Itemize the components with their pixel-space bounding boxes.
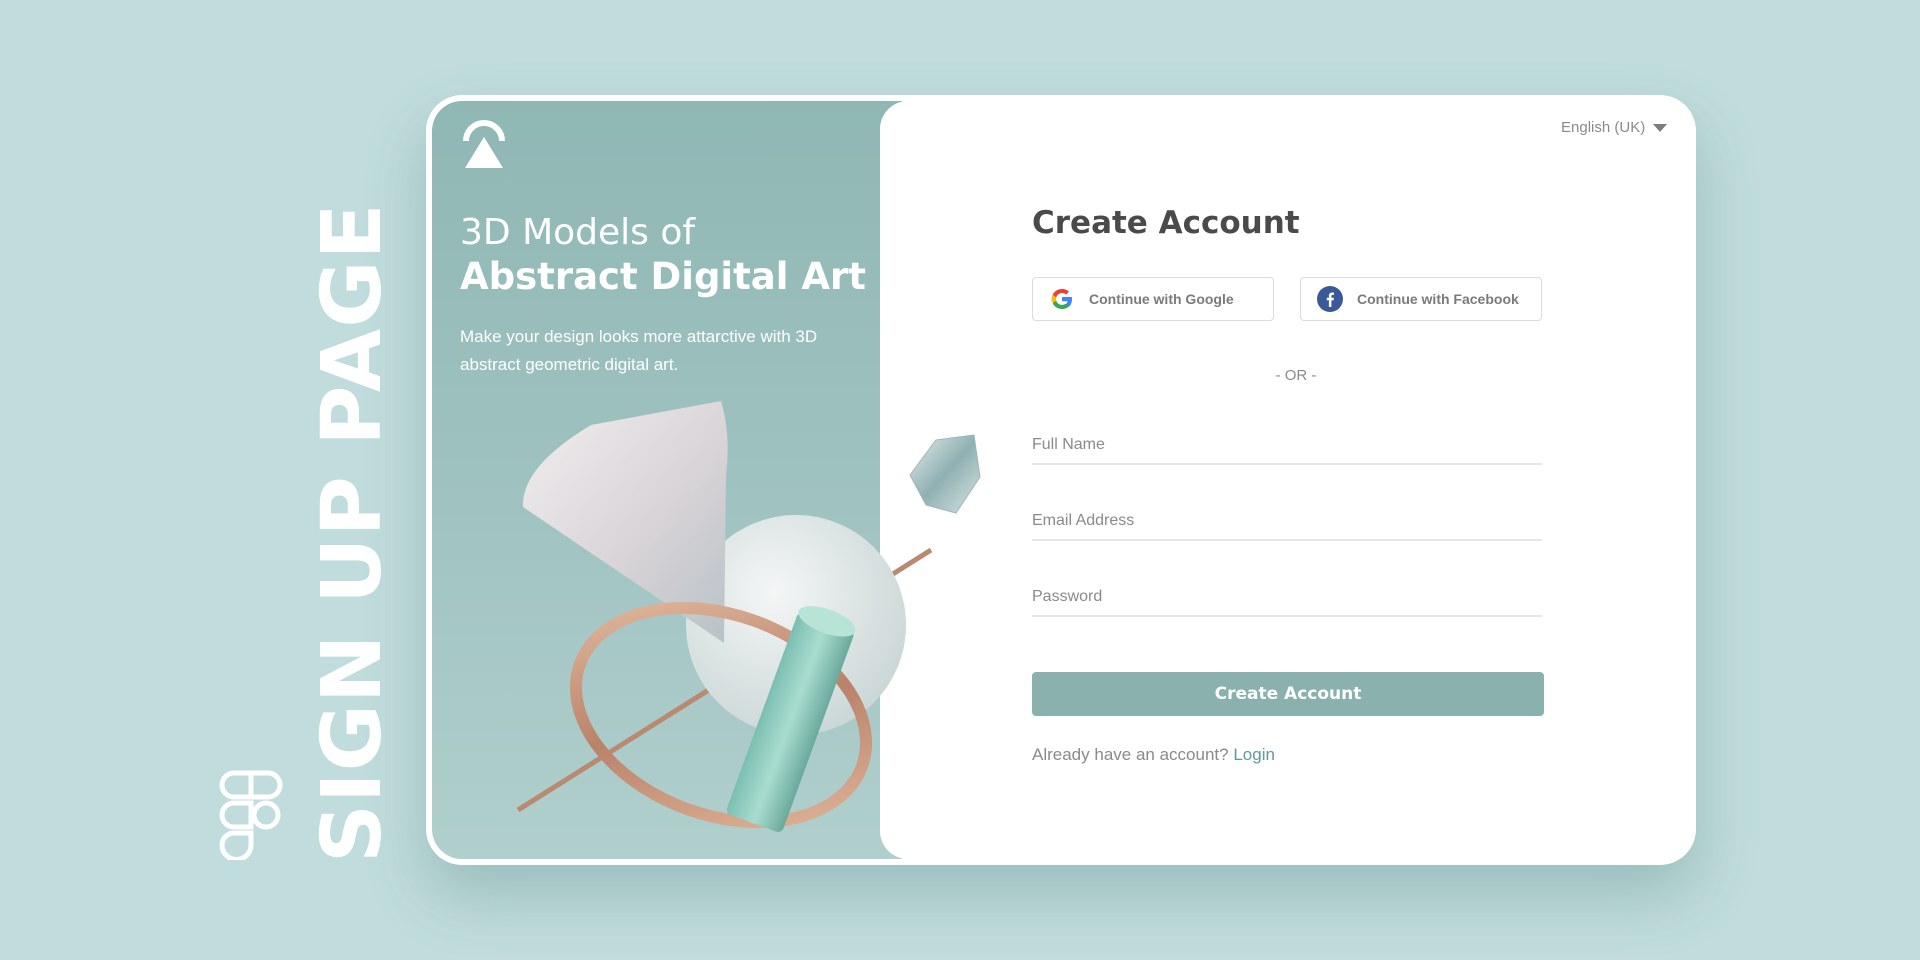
password-field[interactable] (1032, 579, 1542, 617)
google-button-label: Continue with Google (1089, 291, 1234, 307)
login-link[interactable]: Login (1233, 745, 1275, 764)
email-field[interactable] (1032, 503, 1542, 541)
hero-subtitle: Make your design looks more attarctive w… (460, 327, 818, 374)
facebook-button-label: Continue with Facebook (1357, 291, 1519, 307)
or-divider: - OR - (1275, 367, 1317, 384)
login-prompt: Already have an account? Login (1032, 745, 1275, 765)
language-selector[interactable]: English (UK) (1561, 119, 1668, 136)
facebook-icon (1317, 286, 1343, 312)
brand-arch-icon (463, 120, 505, 168)
chevron-down-icon (1653, 123, 1668, 132)
continue-with-google-button[interactable]: Continue with Google (1032, 277, 1274, 321)
hero-panel: 3D Models of Abstract Digital Art Make y… (432, 101, 924, 859)
signup-card: 3D Models of Abstract Digital Art Make y… (426, 95, 1696, 865)
google-icon (1051, 289, 1072, 309)
hero-title-line2: Abstract Digital Art (460, 255, 866, 298)
login-prompt-text: Already have an account? (1032, 745, 1229, 764)
figma-icon (219, 770, 283, 860)
hero-title: 3D Models of Abstract Digital Art (460, 211, 866, 299)
create-account-button[interactable]: Create Account (1032, 672, 1544, 716)
side-title: SIGN UP PAGE (305, 202, 400, 863)
language-label: English (UK) (1561, 119, 1646, 136)
full-name-field[interactable] (1032, 427, 1542, 465)
continue-with-facebook-button[interactable]: Continue with Facebook (1300, 277, 1542, 321)
hero-title-line1: 3D Models of (460, 212, 696, 253)
form-title: Create Account (1032, 205, 1300, 241)
